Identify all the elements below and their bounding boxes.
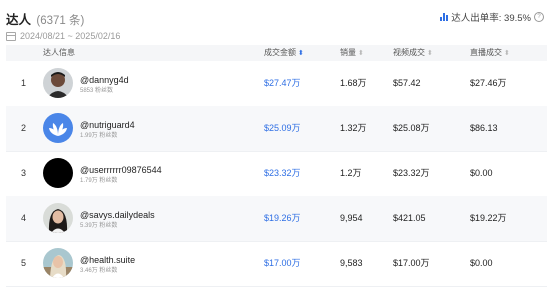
table-header: 达人信息 成交金额 ⬍ 销量 ⬍ 视频成交 ⬍ 直播成交 ⬍ bbox=[6, 45, 547, 61]
gmv-value: $17.00万 bbox=[264, 258, 301, 268]
col-header-creator: 达人信息 bbox=[43, 48, 75, 57]
rank: 3 bbox=[21, 168, 27, 178]
follower-count: 1.99万 粉丝数 bbox=[80, 133, 118, 139]
col-header-gmv-label: 成交金额 bbox=[264, 48, 296, 57]
follower-count: 5.39万 粉丝数 bbox=[80, 223, 118, 229]
title-text: 达人 bbox=[6, 13, 32, 27]
live-sales-value: $27.46万 bbox=[470, 78, 507, 88]
sort-icon[interactable]: ⬍ bbox=[504, 50, 510, 57]
rank: 1 bbox=[21, 78, 27, 88]
creator-name[interactable]: @health.suite bbox=[80, 255, 135, 266]
video-sales-value: $57.42 bbox=[393, 78, 421, 88]
live-sales-value: $0.00 bbox=[470, 258, 493, 268]
col-header-gmv[interactable]: 成交金额 ⬍ bbox=[264, 45, 304, 62]
calendar-icon bbox=[6, 31, 16, 41]
avatar[interactable] bbox=[43, 113, 73, 143]
rate-label: 达人出单率: 39.5% bbox=[451, 13, 531, 24]
avatar[interactable] bbox=[43, 248, 73, 278]
table-row[interactable]: 2 @nutriguard4 1.99万 粉丝数 $25.09万 1.32万 $… bbox=[6, 106, 547, 152]
sales-value: 1.32万 bbox=[340, 123, 367, 133]
table-row[interactable]: 1 @dannyg4d 5853 粉丝数 $27.47万 1.68万 $57.4… bbox=[6, 61, 547, 107]
sales-value: 9,954 bbox=[340, 213, 363, 223]
col-header-live[interactable]: 直播成交 ⬍ bbox=[470, 45, 510, 62]
help-icon[interactable]: ? bbox=[534, 12, 544, 22]
table-row[interactable]: 3 @userrrrrr09876544 1.79万 粉丝数 $23.32万 1… bbox=[6, 151, 547, 197]
sales-value: 1.2万 bbox=[340, 168, 362, 178]
creator-name[interactable]: @savys.dailydeals bbox=[80, 210, 155, 221]
rank: 4 bbox=[21, 213, 27, 223]
follower-count: 1.79万 粉丝数 bbox=[80, 178, 118, 184]
video-sales-value: $17.00万 bbox=[393, 258, 430, 268]
live-sales-value: $86.13 bbox=[470, 123, 498, 133]
follower-count: 5853 粉丝数 bbox=[80, 88, 114, 94]
date-range-text: 2024/08/21 ~ 2025/02/16 bbox=[20, 31, 121, 41]
gmv-value: $27.47万 bbox=[264, 78, 301, 88]
gmv-value: $19.26万 bbox=[264, 213, 301, 223]
creator-name[interactable]: @nutriguard4 bbox=[80, 120, 135, 131]
page-title: 达人 (6371 条) bbox=[6, 9, 84, 28]
date-range[interactable]: 2024/08/21 ~ 2025/02/16 bbox=[6, 31, 120, 41]
video-sales-value: $25.08万 bbox=[393, 123, 430, 133]
video-sales-value: $23.32万 bbox=[393, 168, 430, 178]
rate-indicator: 达人出单率: 39.5% ? bbox=[440, 10, 544, 24]
rank: 2 bbox=[21, 123, 27, 133]
live-sales-value: $0.00 bbox=[470, 168, 493, 178]
creator-name[interactable]: @dannyg4d bbox=[80, 75, 129, 86]
sort-icon[interactable]: ⬍ bbox=[427, 50, 433, 57]
sales-value: 1.68万 bbox=[340, 78, 367, 88]
sales-value: 9,583 bbox=[340, 258, 363, 268]
gmv-value: $25.09万 bbox=[264, 123, 301, 133]
col-header-sales-label: 销量 bbox=[340, 48, 356, 57]
live-sales-value: $19.22万 bbox=[470, 213, 507, 223]
bar-chart-icon bbox=[440, 13, 449, 21]
col-header-live-label: 直播成交 bbox=[470, 48, 502, 57]
col-header-video[interactable]: 视频成交 ⬍ bbox=[393, 45, 433, 62]
col-header-video-label: 视频成交 bbox=[393, 48, 425, 57]
avatar[interactable] bbox=[43, 158, 73, 188]
avatar[interactable] bbox=[43, 203, 73, 233]
creator-name[interactable]: @userrrrrr09876544 bbox=[80, 165, 162, 176]
gmv-value: $23.32万 bbox=[264, 168, 301, 178]
sort-icon[interactable]: ⬍ bbox=[298, 50, 304, 57]
avatar[interactable] bbox=[43, 68, 73, 98]
follower-count: 3.46万 粉丝数 bbox=[80, 268, 118, 274]
table-row[interactable]: 5 @health.suite 3.46万 粉丝数 $17.00万 9,583 … bbox=[6, 241, 547, 287]
video-sales-value: $421.05 bbox=[393, 213, 426, 223]
sort-icon[interactable]: ⬍ bbox=[358, 50, 364, 57]
table-row[interactable]: 4 @savys.dailydeals 5.39万 粉丝数 $19.26万 9,… bbox=[6, 196, 547, 242]
rank: 5 bbox=[21, 258, 27, 268]
col-header-sales[interactable]: 销量 ⬍ bbox=[340, 45, 364, 62]
result-count: (6371 条) bbox=[36, 15, 85, 27]
